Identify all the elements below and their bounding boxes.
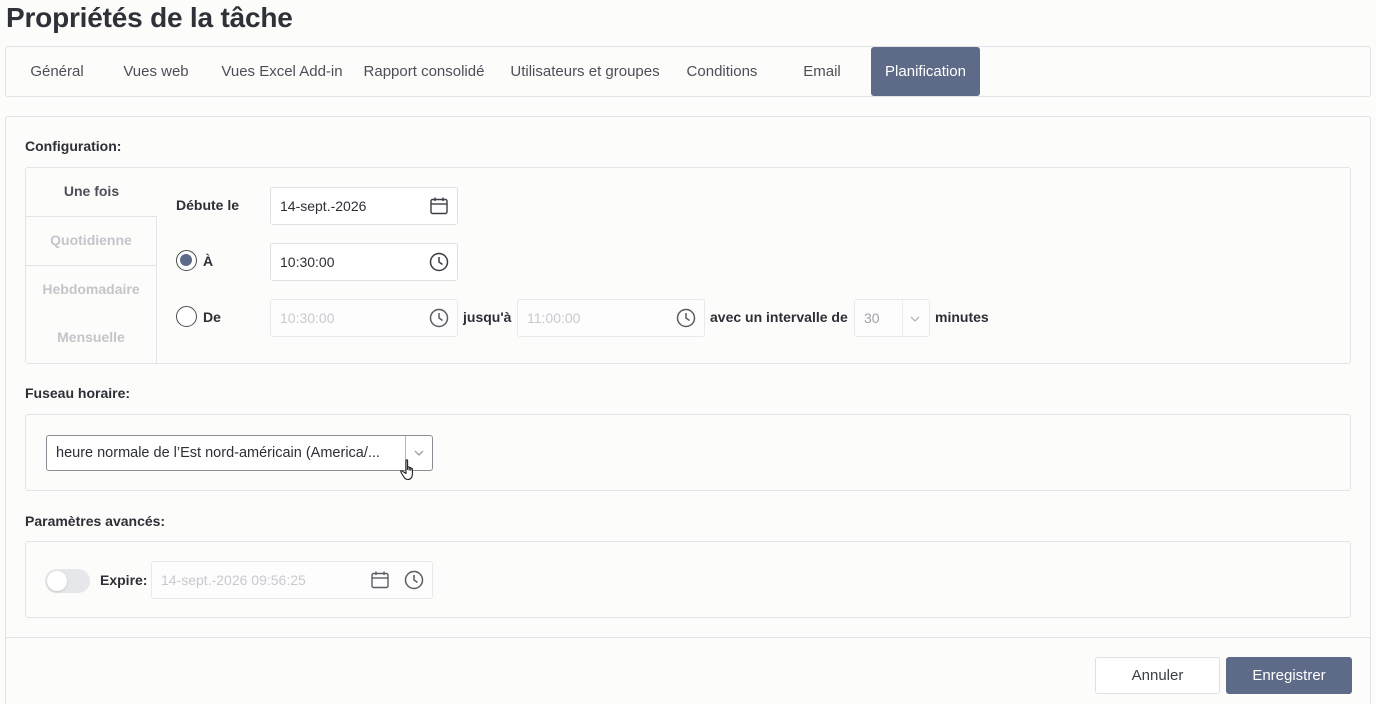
expire-toggle[interactable] bbox=[45, 569, 90, 593]
freq-tab-once[interactable]: Une fois bbox=[26, 168, 157, 217]
clock-icon[interactable] bbox=[429, 252, 449, 272]
expire-value: 14-sept.-2026 09:56:25 bbox=[161, 572, 306, 588]
advanced-box: Expire: 14-sept.-2026 09:56:25 bbox=[25, 541, 1351, 618]
advanced-label: Paramètres avancés: bbox=[25, 513, 166, 529]
at-time-value: 10:30:00 bbox=[280, 254, 335, 270]
at-label: À bbox=[203, 253, 214, 269]
clock-icon[interactable] bbox=[429, 308, 449, 328]
cancel-button[interactable]: Annuler bbox=[1095, 657, 1220, 694]
tab-planification[interactable]: Planification bbox=[871, 47, 980, 96]
interval-label: avec un intervalle de bbox=[710, 309, 848, 325]
expire-label: Expire: bbox=[100, 572, 148, 588]
configuration-box: Une fois Quotidienne Hebdomadaire Mensue… bbox=[25, 167, 1351, 364]
timezone-select[interactable]: heure normale de l’Est nord-américain (A… bbox=[46, 435, 433, 471]
timezone-label: Fuseau horaire: bbox=[25, 385, 131, 401]
chevron-down-icon[interactable] bbox=[905, 309, 925, 329]
until-label: jusqu'à bbox=[463, 309, 512, 325]
freq-tab-weekly[interactable]: Hebdomadaire bbox=[26, 266, 157, 315]
from-time-input[interactable]: 10:30:00 bbox=[270, 299, 458, 337]
calendar-icon[interactable] bbox=[370, 570, 390, 590]
tab-utilisateurs-groupes[interactable]: Utilisateurs et groupes bbox=[503, 47, 667, 96]
toggle-knob bbox=[47, 571, 67, 591]
start-date-value: 14-sept.-2026 bbox=[280, 198, 367, 214]
from-label: De bbox=[203, 309, 221, 325]
expire-datetime-input[interactable]: 14-sept.-2026 09:56:25 bbox=[151, 561, 433, 599]
timezone-box: heure normale de l’Est nord-américain (A… bbox=[25, 414, 1351, 491]
until-time-value: 11:00:00 bbox=[527, 310, 581, 326]
configuration-label: Configuration: bbox=[25, 138, 122, 154]
from-radio[interactable] bbox=[176, 306, 197, 327]
at-time-input[interactable]: 10:30:00 bbox=[270, 243, 458, 281]
tab-general[interactable]: Général bbox=[16, 47, 98, 96]
interval-divider bbox=[902, 300, 903, 336]
start-date-input[interactable]: 14-sept.-2026 bbox=[270, 187, 458, 225]
tab-conditions[interactable]: Conditions bbox=[679, 47, 765, 96]
freq-tab-daily[interactable]: Quotidienne bbox=[26, 217, 157, 266]
clock-icon[interactable] bbox=[404, 570, 424, 590]
schedule-panel: Configuration: Une fois Quotidienne Hebd… bbox=[5, 116, 1371, 704]
at-radio[interactable] bbox=[176, 250, 197, 271]
tab-rapport-consolide[interactable]: Rapport consolidé bbox=[358, 47, 490, 96]
tab-vues-excel-addin[interactable]: Vues Excel Add-in bbox=[212, 47, 352, 96]
clock-icon[interactable] bbox=[676, 308, 696, 328]
save-button[interactable]: Enregistrer bbox=[1226, 657, 1352, 694]
interval-select[interactable]: 30 bbox=[854, 299, 930, 337]
calendar-icon[interactable] bbox=[429, 196, 449, 216]
freq-tab-monthly[interactable]: Mensuelle bbox=[26, 314, 157, 363]
footer-divider bbox=[6, 637, 1370, 638]
start-label: Débute le bbox=[176, 197, 240, 213]
tab-vues-web[interactable]: Vues web bbox=[114, 47, 198, 96]
timezone-value: heure normale de l’Est nord-américain (A… bbox=[56, 445, 380, 461]
minutes-label: minutes bbox=[935, 309, 989, 325]
from-time-value: 10:30:00 bbox=[280, 310, 335, 326]
interval-value: 30 bbox=[864, 310, 880, 326]
tab-email[interactable]: Email bbox=[786, 47, 858, 96]
hand-cursor-icon bbox=[400, 458, 420, 484]
tab-bar: Général Vues web Vues Excel Add-in Rappo… bbox=[5, 46, 1371, 97]
until-time-input[interactable]: 11:00:00 bbox=[517, 299, 705, 337]
page-title: Propriétés de la tâche bbox=[6, 2, 293, 33]
